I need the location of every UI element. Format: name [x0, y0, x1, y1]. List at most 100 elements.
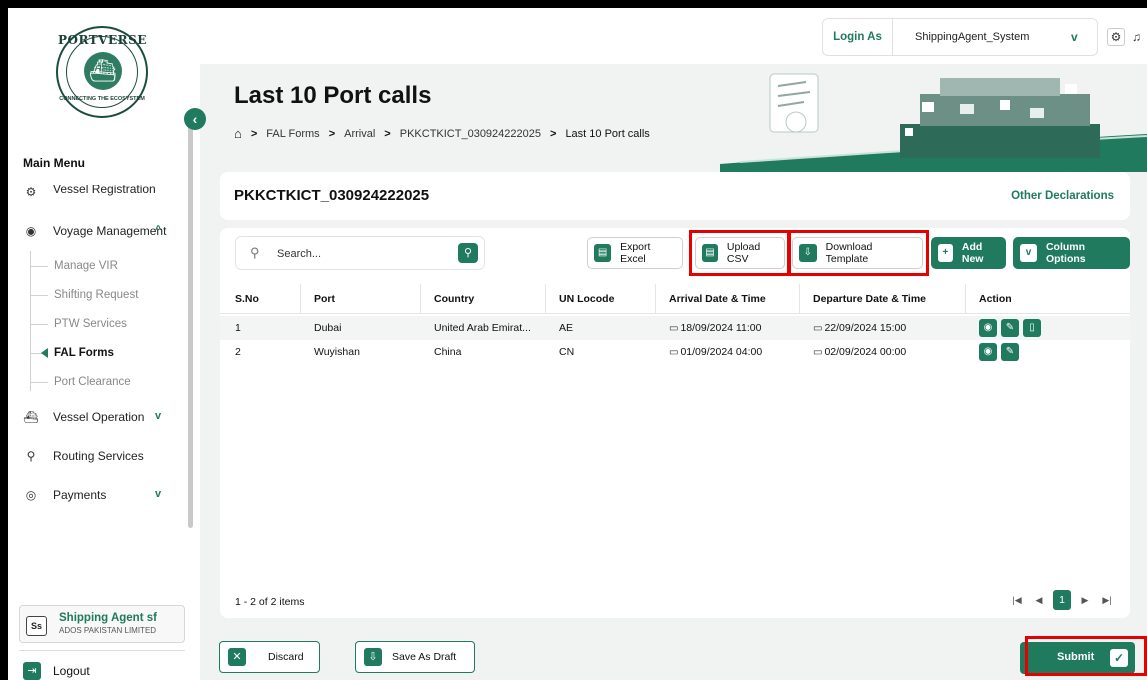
- chevron-right-icon: >: [550, 127, 557, 140]
- declaration-bar: PKKCTKICT_030924222025 Other Declaration…: [220, 172, 1130, 220]
- collapse-sidebar-button[interactable]: ‹: [184, 108, 206, 130]
- sidebar-item-vessel-registration[interactable]: ⚙ Vessel Registration: [23, 185, 156, 199]
- cell-sno: 2: [235, 346, 241, 358]
- table-header: S.No Port Country UN Locode Arrival Date…: [220, 284, 1130, 314]
- chevron-up-icon: ^: [155, 224, 162, 236]
- sidebar-subitem-shifting-request[interactable]: Shifting Request: [54, 289, 138, 301]
- cell-departure: ▭ 02/09/2024 00:00: [813, 346, 906, 358]
- login-as-select[interactable]: Login As ShippingAgent_System v: [822, 18, 1098, 56]
- column-divider: [300, 284, 301, 314]
- sidebar-item-label: Vessel Registration: [53, 185, 156, 196]
- app-window: PORTVERSE ⛴ CONNECTING THE ECOSYSTEM ‹ M…: [8, 8, 1147, 680]
- search-icon: ⚲: [250, 245, 260, 260]
- cell-arrival: ▭ 18/09/2024 11:00: [669, 322, 761, 334]
- column-header-country[interactable]: Country: [434, 293, 474, 305]
- sidebar-subitem-fal-forms[interactable]: FAL Forms: [54, 347, 114, 359]
- ship-icon: ⛴: [84, 52, 122, 90]
- sidebar-item-payments[interactable]: ◎ Payments v: [23, 488, 161, 502]
- breadcrumb-arrival[interactable]: Arrival: [344, 128, 375, 140]
- sidebar-item-label: Voyage Management: [53, 224, 167, 238]
- add-new-button[interactable]: + Add New: [931, 237, 1006, 269]
- column-divider: [799, 284, 800, 314]
- submenu-tick: [30, 382, 48, 383]
- sidebar-item-vessel-operation[interactable]: ⛴ Vessel Operation v: [23, 410, 161, 424]
- user-organization: ADOS PAKISTAN LIMITED: [59, 626, 157, 635]
- portverse-logo: PORTVERSE ⛴ CONNECTING THE ECOSYSTEM: [56, 26, 148, 118]
- table-row[interactable]: 2 Wuyishan China CN ▭ 01/09/2024 04:00 ▭ 0…: [220, 340, 1130, 364]
- column-header-port[interactable]: Port: [314, 293, 335, 305]
- ship-illustration: [720, 73, 1147, 172]
- cell-port: Wuyishan: [314, 346, 360, 358]
- current-page-button[interactable]: 1: [1053, 590, 1071, 610]
- first-page-icon[interactable]: |◀: [1006, 595, 1028, 606]
- sidebar-subitem-manage-vir[interactable]: Manage VIR: [54, 260, 118, 272]
- highlight-upload-csv: [689, 230, 791, 276]
- export-excel-button[interactable]: ▤ Export Excel: [587, 237, 683, 269]
- login-as-label: Login As: [823, 19, 893, 55]
- logout-label: Logout: [53, 664, 90, 678]
- plus-icon: +: [938, 244, 953, 262]
- column-divider: [420, 284, 421, 314]
- logout-button[interactable]: ⇥ Logout: [23, 662, 90, 680]
- logout-icon: ⇥: [23, 662, 41, 680]
- chevron-down-icon: v: [1071, 30, 1078, 44]
- submenu-tick: [30, 266, 48, 267]
- discard-button[interactable]: ✕ Discard: [219, 641, 320, 673]
- prev-page-icon[interactable]: ◀: [1028, 595, 1050, 606]
- breadcrumb-current: Last 10 Port calls: [565, 127, 650, 140]
- view-icon[interactable]: ◉: [979, 319, 997, 337]
- next-page-icon[interactable]: ▶: [1074, 595, 1096, 606]
- edit-icon[interactable]: ✎: [1001, 343, 1019, 361]
- search-button[interactable]: ⚲: [458, 243, 478, 263]
- column-header-departure[interactable]: Departure Date & Time: [813, 293, 926, 305]
- cell-country: United Arab Emirat...: [434, 322, 531, 334]
- logo-tagline: CONNECTING THE ECOSYSTEM: [59, 96, 145, 102]
- discard-label: Discard: [268, 651, 304, 663]
- search-box: ⚲ Search... ⚲: [235, 236, 485, 270]
- last-page-icon[interactable]: ▶|: [1096, 595, 1118, 606]
- breadcrumb-fal-forms[interactable]: FAL Forms: [266, 128, 319, 140]
- calendar-icon: ▭: [813, 347, 823, 358]
- main-content: Login As ShippingAgent_System v ⚙ ♫ Last…: [200, 8, 1147, 680]
- calendar-icon: ▭: [669, 347, 679, 358]
- excel-icon: ▤: [594, 244, 612, 262]
- breadcrumb-voyage[interactable]: PKKCTKICT_030924222025: [400, 128, 541, 140]
- divider: [19, 650, 185, 651]
- sidebar-item-label: Routing Services: [53, 449, 144, 463]
- bell-icon[interactable]: ♫: [1132, 28, 1146, 46]
- sidebar-subitem-port-clearance[interactable]: Port Clearance: [54, 376, 131, 388]
- search-input[interactable]: Search...: [277, 248, 321, 260]
- column-header-arrival[interactable]: Arrival Date & Time: [669, 293, 766, 305]
- sidebar-item-routing-services[interactable]: ⚲ Routing Services: [23, 449, 144, 463]
- calendar-icon: ▭: [813, 323, 823, 334]
- sidebar-scrollbar[interactable]: [188, 118, 193, 528]
- sidebar-item-voyage-management[interactable]: ◉ Voyage Management ^: [23, 224, 167, 238]
- chevron-down-icon: v: [155, 488, 162, 500]
- active-indicator-icon: [41, 348, 48, 358]
- other-declarations-link[interactable]: Other Declarations: [1011, 190, 1114, 202]
- highlight-download-template: [787, 230, 929, 276]
- edit-icon[interactable]: ✎: [1001, 319, 1019, 337]
- column-header-sno[interactable]: S.No: [235, 293, 259, 305]
- gear-icon[interactable]: ⚙: [1107, 28, 1125, 46]
- delete-icon[interactable]: ▯: [1023, 319, 1041, 337]
- user-name: Shipping Agent sf: [59, 612, 157, 624]
- sidebar-subitem-ptw-services[interactable]: PTW Services: [54, 318, 127, 330]
- home-icon[interactable]: ⌂: [234, 126, 242, 141]
- cell-port: Dubai: [314, 322, 342, 334]
- save-as-draft-button[interactable]: ⇩ Save As Draft: [355, 641, 475, 673]
- user-card[interactable]: Ss Shipping Agent sf ADOS PAKISTAN LIMIT…: [19, 605, 185, 643]
- column-options-button[interactable]: v Column Options: [1013, 237, 1130, 269]
- save-as-draft-label: Save As Draft: [392, 651, 457, 663]
- vessel-icon: ⛴: [23, 410, 39, 424]
- route-icon: ⚲: [26, 449, 36, 463]
- view-icon[interactable]: ◉: [979, 343, 997, 361]
- page-title: Last 10 Port calls: [234, 82, 432, 109]
- sidebar-item-label: Payments: [53, 488, 107, 502]
- port-calls-table-card: ⚲ Search... ⚲ ▤ Export Excel ▤ Upload CS…: [220, 228, 1130, 618]
- column-header-un-locode[interactable]: UN Locode: [559, 293, 614, 305]
- calendar-icon: ▭: [669, 323, 679, 334]
- close-icon: ✕: [228, 648, 246, 666]
- arrival-value: 18/09/2024 11:00: [680, 322, 762, 334]
- table-row[interactable]: 1 Dubai United Arab Emirat... AE ▭ 18/09/…: [220, 316, 1130, 340]
